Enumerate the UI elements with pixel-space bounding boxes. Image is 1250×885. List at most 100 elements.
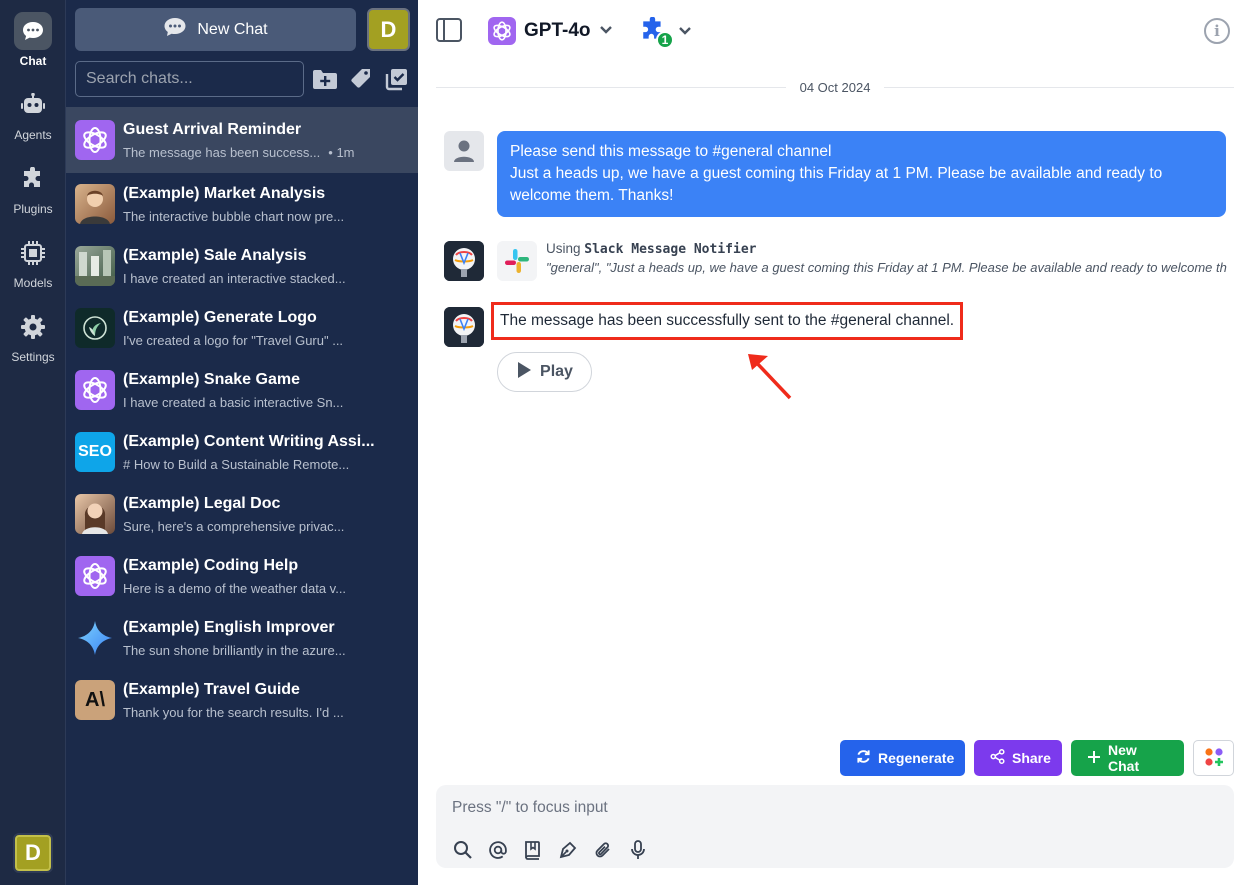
tag-icon[interactable] [348, 66, 374, 92]
rail-item-plugins[interactable]: Plugins [0, 160, 66, 216]
gear-icon [14, 308, 52, 346]
refresh-icon [856, 749, 871, 767]
chat-snippet: Sure, here's a comprehensive privac... [123, 518, 345, 534]
new-chat-button[interactable]: New Chat [75, 8, 356, 51]
openai-logo-icon [75, 120, 115, 160]
bookmark-book-icon[interactable] [522, 839, 544, 861]
chat-title: (Example) Generate Logo [123, 308, 317, 326]
new-folder-icon[interactable] [312, 66, 338, 92]
rail-item-chat[interactable]: Chat [0, 12, 66, 68]
chevron-down-icon [599, 22, 613, 40]
chat-item-guest-arrival-reminder[interactable]: Guest Arrival Reminder The message has b… [66, 107, 418, 173]
chat-item-coding-help[interactable]: (Example) Coding Help Here is a demo of … [66, 545, 418, 607]
robot-icon [14, 86, 52, 124]
sparkle-icon [75, 618, 115, 658]
apps-button[interactable] [1193, 740, 1234, 776]
info-icon[interactable]: i [1204, 18, 1230, 44]
chat-snippet: Thank you for the search results. I'd ..… [123, 704, 344, 720]
user-avatar-icon [444, 131, 484, 171]
tool-arguments: "general", "Just a heads up, we have a g… [546, 260, 1227, 275]
play-button[interactable]: Play [497, 352, 592, 392]
rail-item-settings[interactable]: Settings [0, 308, 66, 364]
rail-label: Agents [14, 128, 52, 142]
share-label: Share [1012, 750, 1051, 766]
chat-time: • 1m [328, 144, 355, 160]
rail-label: Models [13, 276, 53, 290]
chat-title: (Example) Travel Guide [123, 680, 300, 698]
chat-snippet: The interactive bubble chart now pre... [123, 208, 345, 224]
share-icon [990, 748, 1005, 767]
anthropic-logo-icon: A\ [75, 680, 115, 720]
chat-item-snake-game[interactable]: (Example) Snake Game I have created a ba… [66, 359, 418, 421]
user-message-line: Please send this message to #general cha… [510, 143, 832, 160]
chat-title: (Example) Snake Game [123, 370, 300, 388]
avatar-photo [75, 494, 115, 534]
chat-sidebar: New Chat D Guest Arrival Reminder The me… [66, 0, 418, 885]
message-input[interactable] [452, 797, 1212, 819]
search-chats-input[interactable] [75, 61, 304, 97]
play-icon [516, 361, 532, 384]
chat-snippet: I have created a basic interactive Sn... [123, 394, 344, 410]
at-mention-icon[interactable] [487, 839, 509, 861]
chat-snippet: The message has been success... [123, 144, 321, 160]
new-chat-label: New Chat [197, 20, 268, 38]
openai-logo-icon [75, 556, 115, 596]
openai-logo-icon [488, 17, 516, 45]
chat-title: Guest Arrival Reminder [123, 120, 302, 138]
plugin-puzzle-icon: 1 [640, 16, 674, 49]
new-chat-action-button[interactable]: New Chat [1071, 740, 1184, 776]
chat-bubble-icon [14, 12, 52, 50]
paperclip-icon[interactable] [592, 839, 614, 861]
chat-snippet: I have created an interactive stacked... [123, 270, 346, 286]
nav-rail: Chat Agents Plugins Models Settings D [0, 0, 66, 885]
plugin-count-badge: 1 [656, 31, 674, 49]
regenerate-button[interactable]: Regenerate [840, 740, 965, 776]
chat-title: (Example) English Improver [123, 618, 335, 636]
select-multiple-icon[interactable] [384, 66, 410, 92]
assistant-message-text: The message has been successfully sent t… [500, 312, 955, 329]
play-label: Play [540, 363, 573, 380]
assistant-avatar [444, 307, 484, 347]
share-button[interactable]: Share [974, 740, 1062, 776]
date-label: 04 Oct 2024 [799, 79, 871, 95]
rail-item-agents[interactable]: Agents [0, 86, 66, 142]
chat-item-travel-guide[interactable]: A\ (Example) Travel Guide Thank you for … [66, 669, 418, 731]
avatar-photo [75, 246, 115, 286]
model-name: GPT-4o [524, 20, 591, 41]
chat-item-legal-doc[interactable]: (Example) Legal Doc Sure, here's a compr… [66, 483, 418, 545]
profile-avatar[interactable]: D [367, 8, 410, 51]
model-selector[interactable]: GPT-4o [488, 17, 613, 45]
chat-item-sale-analysis[interactable]: (Example) Sale Analysis I have created a… [66, 235, 418, 297]
chat-snippet: Here is a demo of the weather data v... [123, 580, 347, 596]
rail-label: Plugins [13, 202, 53, 216]
chat-item-content-writing[interactable]: SEO (Example) Content Writing Assi... # … [66, 421, 418, 483]
microphone-icon[interactable] [627, 839, 649, 861]
user-message-line: Just a heads up, we have a guest coming … [510, 165, 1163, 204]
pen-tool-icon[interactable] [557, 839, 579, 861]
seo-badge-icon: SEO [75, 432, 115, 472]
chat-bubble-icon [163, 17, 187, 42]
rail-label: Settings [11, 350, 55, 364]
avatar-photo [75, 184, 115, 224]
rail-label: Chat [19, 54, 47, 68]
chat-item-market-analysis[interactable]: (Example) Market Analysis The interactiv… [66, 173, 418, 235]
chat-title: (Example) Coding Help [123, 556, 299, 574]
chat-item-generate-logo[interactable]: (Example) Generate Logo I've created a l… [66, 297, 418, 359]
apps-grid-icon [1204, 747, 1224, 770]
chat-title: (Example) Sale Analysis [123, 246, 307, 264]
new-chat-action-label: New Chat [1108, 742, 1140, 774]
sidebar-toggle-icon[interactable] [436, 18, 462, 42]
tool-call[interactable]: Using Slack Message Notifier "general", … [497, 241, 1227, 281]
user-avatar[interactable]: D [13, 833, 53, 873]
assistant-avatar [444, 241, 484, 281]
tool-using-prefix: Using [546, 241, 581, 256]
plugin-selector[interactable]: 1 [640, 16, 692, 49]
chat-list: Guest Arrival Reminder The message has b… [66, 107, 418, 731]
chat-title: (Example) Market Analysis [123, 184, 326, 202]
rail-item-models[interactable]: Models [0, 234, 66, 290]
chat-item-english-improver[interactable]: (Example) English Improver The sun shone… [66, 607, 418, 669]
search-icon[interactable] [452, 839, 474, 861]
chat-snippet: I've created a logo for "Travel Guru" ..… [123, 332, 344, 348]
puzzle-icon [14, 160, 52, 198]
chat-actions: Regenerate Share New Chat [840, 740, 1234, 776]
